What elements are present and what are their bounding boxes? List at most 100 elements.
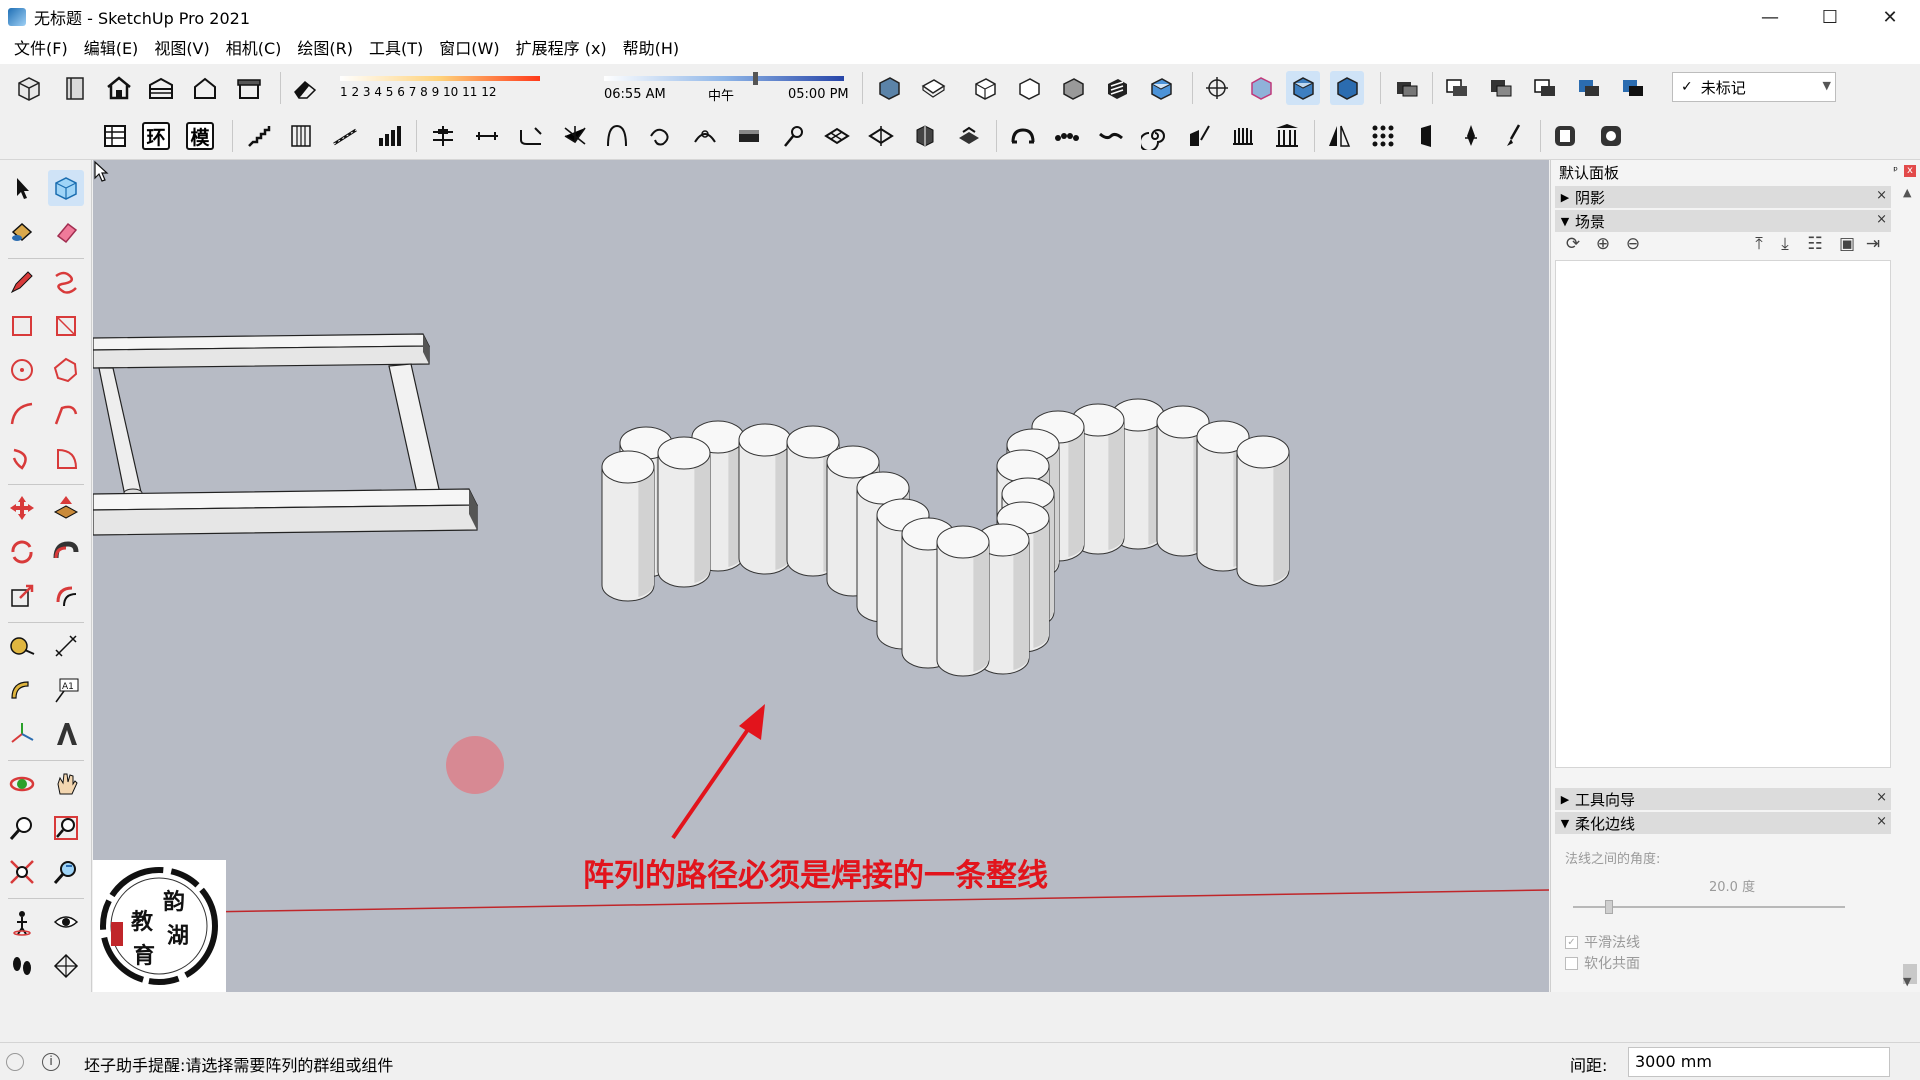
shadow-time-slider[interactable]: 06:55 AM 中午 05:00 PM [600, 70, 850, 106]
scale-icon[interactable] [4, 578, 40, 614]
spline-icon[interactable] [688, 119, 722, 153]
menu-extensions[interactable]: 扩展程序 (x) [508, 34, 615, 64]
close-button[interactable]: ✕ [1860, 0, 1920, 34]
move-up-icon[interactable]: ⤒ [1747, 232, 1771, 256]
comb-icon[interactable] [1226, 119, 1260, 153]
model-viewport[interactable]: 阵列的路径必须是焊接的一条整线 韵 湖 教 育 [93, 160, 1549, 992]
section-plane-icon[interactable] [48, 948, 84, 984]
pie-icon[interactable] [48, 440, 84, 476]
checkbox-icon[interactable] [1565, 956, 1578, 970]
pin-icon[interactable]: ᵖ [1893, 164, 1898, 177]
offset-icon[interactable] [48, 578, 84, 614]
position-camera-icon[interactable] [4, 904, 40, 940]
table-icon[interactable] [98, 119, 132, 153]
house-outline-icon[interactable] [188, 71, 222, 105]
arch-icon[interactable] [1006, 119, 1040, 153]
menu-tools[interactable]: 工具(T) [361, 34, 431, 64]
menu-edit[interactable]: 编辑(E) [76, 34, 147, 64]
menu-draw[interactable]: 绘图(R) [289, 34, 361, 64]
right-view-icon[interactable] [1012, 71, 1046, 105]
house-icon[interactable] [102, 71, 136, 105]
door-icon[interactable] [1410, 119, 1444, 153]
export-icon[interactable]: ⇥ [1861, 232, 1885, 256]
solid-trim-icon[interactable] [1484, 71, 1518, 105]
maximize-button[interactable]: ☐ [1800, 0, 1860, 34]
bend-icon[interactable] [644, 119, 678, 153]
eraser-icon[interactable] [288, 71, 322, 105]
paint-bucket-icon[interactable] [4, 214, 40, 250]
menu-view[interactable]: 视图(V) [146, 34, 217, 64]
spiral-icon[interactable] [1138, 119, 1172, 153]
walk-icon[interactable] [4, 948, 40, 984]
minimize-button[interactable]: — [1740, 0, 1800, 34]
tray-close-button[interactable]: x [1904, 165, 1916, 177]
menu-file[interactable]: 文件(F) [6, 34, 76, 64]
distribute-icon[interactable] [470, 119, 504, 153]
warehouse-icon[interactable] [144, 71, 178, 105]
arc-icon[interactable] [4, 396, 40, 432]
make-component-icon[interactable] [48, 170, 84, 206]
axes-icon[interactable] [4, 716, 40, 752]
zoom-window-icon[interactable] [48, 810, 84, 846]
back-edges-icon[interactable] [1244, 71, 1278, 105]
beads-icon[interactable] [1050, 119, 1084, 153]
hidden-line-icon[interactable] [1330, 71, 1364, 105]
text-icon[interactable]: A1 [48, 672, 84, 708]
pen-icon[interactable] [1454, 119, 1488, 153]
mirror-icon[interactable] [1322, 119, 1356, 153]
pencil-icon[interactable] [4, 264, 40, 300]
move-icon[interactable] [4, 490, 40, 526]
angle-slider[interactable] [1573, 900, 1845, 914]
chamfer-icon[interactable] [558, 119, 592, 153]
model-text-icon[interactable]: 模 [186, 122, 214, 150]
dimension-icon[interactable] [48, 628, 84, 664]
store-icon[interactable] [232, 71, 266, 105]
panel-instructor[interactable]: ▶ 工具向导 × [1555, 788, 1891, 810]
fillet-icon[interactable] [514, 119, 548, 153]
wireframe-icon[interactable] [1286, 71, 1320, 105]
time-slider-thumb[interactable] [752, 72, 758, 85]
follow-me-icon[interactable] [48, 534, 84, 570]
front-view-icon[interactable] [968, 71, 1002, 105]
freehand-icon[interactable] [48, 264, 84, 300]
flip-icon[interactable] [1182, 119, 1216, 153]
add-scene-icon[interactable]: ⊕ [1591, 232, 1615, 256]
bezier-icon[interactable] [600, 119, 634, 153]
tray-scrollbar[interactable]: ▲ ▼ [1898, 184, 1920, 992]
camera-icon[interactable] [1594, 119, 1628, 153]
two-point-arc-icon[interactable] [48, 396, 84, 432]
move-down-icon[interactable]: ⤓ [1773, 232, 1797, 256]
rectangle-icon[interactable] [4, 308, 40, 344]
look-around-icon[interactable] [48, 904, 84, 940]
select-icon[interactable] [4, 170, 40, 206]
soften-coplanar-checkbox[interactable]: 软化共面 [1565, 953, 1640, 973]
panel-shadows[interactable]: ▶ 阴影 × [1555, 186, 1891, 208]
eraser-icon[interactable] [48, 214, 84, 250]
lattice-icon[interactable] [820, 119, 854, 153]
solid-intersect-icon[interactable] [1528, 71, 1562, 105]
close-icon[interactable]: × [1876, 790, 1887, 805]
orbit-icon[interactable] [4, 766, 40, 802]
push-pull-icon[interactable] [48, 490, 84, 526]
details-icon[interactable]: ▣ [1835, 232, 1859, 256]
wave-icon[interactable] [1094, 119, 1128, 153]
scroll-up-icon[interactable]: ▲ [1903, 186, 1911, 199]
menu-camera[interactable]: 相机(C) [218, 34, 290, 64]
close-icon[interactable]: × [1876, 188, 1887, 203]
cube-icon[interactable] [12, 71, 46, 105]
measurements-input[interactable]: 3000 mm [1628, 1047, 1890, 1077]
align-icon[interactable] [426, 119, 460, 153]
pan-icon[interactable] [48, 766, 84, 802]
component-icon[interactable] [908, 119, 942, 153]
checkbox-icon[interactable]: ✓ [1565, 935, 1578, 949]
solid-subtract-icon[interactable] [1440, 71, 1474, 105]
grid-icon[interactable] [864, 119, 898, 153]
angle-slider-knob[interactable] [1604, 900, 1613, 914]
previous-view-icon[interactable] [48, 854, 84, 890]
polygon-icon[interactable] [48, 352, 84, 388]
close-icon[interactable]: × [1876, 212, 1887, 227]
menu-window[interactable]: 窗口(W) [431, 34, 507, 64]
book-icon[interactable] [58, 71, 92, 105]
solid-split-icon[interactable] [1572, 71, 1606, 105]
zoom-extents-icon[interactable] [4, 854, 40, 890]
